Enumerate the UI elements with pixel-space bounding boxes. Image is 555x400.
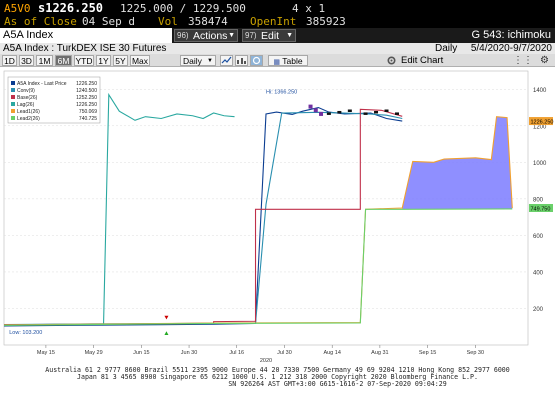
table-button[interactable]: ▦ Table [268, 55, 308, 66]
chart-type-icon[interactable] [235, 55, 248, 66]
y-tick-label: 200 [533, 307, 544, 313]
legend-label: Base(26) [17, 95, 38, 101]
x-tick-label: May 15 [37, 350, 55, 356]
x-year-label: 2020 [260, 358, 272, 364]
page-label: G 543: ichimoku [471, 29, 551, 41]
quote-bar: A5V0 s1226.250 1225.000 / 1229.500 4 x 1… [0, 0, 555, 28]
legend-label: Lag(26) [17, 102, 35, 108]
legend-value: 1226.250 [76, 102, 97, 108]
close-date: 04 Sep d [82, 15, 135, 28]
security-field[interactable]: A5A Index [0, 28, 172, 43]
frequency-label: Daily [435, 43, 458, 54]
footer-session-line: SN 926264 AST GMT+3:00 G615-1616-2 07-Se… [228, 380, 447, 388]
price-bar-marker [384, 109, 389, 113]
bid-ask-size: 4 x 1 [292, 2, 326, 15]
edit-chart-button[interactable]: Edit Chart [401, 54, 443, 67]
period-button-1y[interactable]: 1Y [96, 55, 111, 66]
last-price-tag: 1226.250 [531, 120, 554, 126]
legend-value: 1252.250 [76, 95, 97, 101]
x-tick-label: Aug 14 [323, 350, 340, 356]
price-bar-marker [363, 112, 368, 115]
x-tick-label: Aug 31 [371, 350, 388, 356]
volume: 358474 [188, 15, 228, 28]
price-bar-marker [374, 110, 379, 114]
legend-label: Lead1(26) [17, 109, 40, 115]
overlay-icon[interactable] [250, 55, 263, 66]
period-button-6m[interactable]: 6M [55, 55, 72, 66]
x-tick-label: Jul 30 [277, 350, 292, 356]
price-bar-marker [319, 111, 324, 116]
x-tick-label: May 29 [85, 350, 103, 356]
actions-menu[interactable]: 96) Actions ▼ [174, 29, 238, 42]
legend-swatch [11, 81, 15, 85]
title-bar: A5A Index 96) Actions ▼ 97) Edit ▼ G 543… [0, 28, 555, 43]
security-description: A5A Index : TurkDEX ISE 30 Futures [3, 43, 167, 54]
chart-toolbar: 1D 3D 1M 6M YTD 1Y 5Y Max Daily ▼ ▦ Table Edit … [0, 54, 555, 67]
description-bar: A5A Index : TurkDEX ISE 30 Futures Daily… [0, 43, 555, 54]
x-tick-label: Sep 15 [419, 350, 436, 356]
y-tick-label: 600 [533, 234, 544, 240]
vol-label: Vol [158, 15, 178, 28]
open-interest: 385923 [306, 15, 346, 28]
legend-label: Conv(9) [17, 88, 35, 94]
legend-swatch [11, 102, 15, 106]
legend-label: A5A Index - Last Price [17, 81, 67, 87]
ticker: A5V0 [4, 2, 31, 15]
ichimoku-chart[interactable]: 200400600800100012001400May 15 May 29 Jun … [0, 67, 555, 366]
last-price: s1226.250 [38, 1, 104, 15]
period-button-3d[interactable]: 3D [19, 55, 34, 66]
x-tick-label: Jun 30 [181, 350, 198, 356]
footer: Australia 61 2 9777 8600 Brazil 5511 239… [0, 366, 555, 400]
grip-icon[interactable]: ⋮⋮ [513, 54, 533, 67]
chevron-down-icon: ▼ [286, 32, 293, 39]
y-tick-label: 1400 [533, 88, 547, 94]
period-button-1d[interactable]: 1D [2, 55, 17, 66]
legend-value: 740.725 [79, 116, 97, 122]
legend-label: Lead2(26) [17, 116, 40, 122]
x-tick-label: Sep 30 [467, 350, 484, 356]
lead-value-tag: 749.750 [531, 207, 551, 213]
period-button-ytd[interactable]: YTD [74, 55, 94, 66]
price-bar-marker [313, 108, 318, 113]
x-tick-label: Jun 15 [133, 350, 150, 356]
table-icon: ▦ [273, 59, 281, 66]
price-bar-marker [347, 109, 352, 113]
price-bar-marker [337, 110, 342, 114]
y-tick-label: 1000 [533, 161, 547, 167]
low-annotation: Low: 103.200 [9, 330, 42, 336]
y-tick-label: 400 [533, 270, 544, 276]
x-tick-label: Jul 16 [229, 350, 244, 356]
interval-select[interactable]: Daily ▼ [180, 55, 216, 66]
price-bar-marker [326, 112, 331, 115]
legend-value: 1240.500 [76, 88, 97, 94]
oi-label: OpenInt [250, 15, 297, 28]
high-annotation: Hi: 1366.250 [266, 89, 297, 95]
legend-swatch [11, 88, 15, 92]
line-chart-icon[interactable] [220, 55, 233, 66]
bid-ask: 1225.000 / 1229.500 [120, 2, 246, 15]
period-button-max[interactable]: Max [130, 55, 150, 66]
y-tick-label: 800 [533, 197, 544, 203]
edit-menu[interactable]: 97) Edit ▼ [242, 29, 296, 42]
price-bar-marker [308, 104, 313, 109]
close-label: As of Close [4, 15, 77, 28]
legend-swatch [11, 116, 15, 120]
legend-value: 1226.250 [76, 81, 97, 87]
date-range[interactable]: 5/4/2020-9/7/2020 [471, 43, 552, 54]
chevron-down-icon: ▼ [207, 58, 213, 64]
period-button-5y[interactable]: 5Y [113, 55, 128, 66]
chart-area: 200 400 600 800 1000 1200 1400 May 15 May 29 Jun … [0, 67, 555, 366]
legend-swatch [11, 95, 15, 99]
price-bar-marker [395, 112, 399, 115]
period-button-1m[interactable]: 1M [36, 55, 53, 66]
settings-gear-icon[interactable]: ⚙ [540, 54, 549, 67]
chevron-down-icon: ▼ [228, 32, 235, 39]
settings-gear-icon[interactable] [386, 55, 399, 66]
legend-swatch [11, 109, 15, 113]
legend-value: 750.069 [79, 109, 97, 115]
